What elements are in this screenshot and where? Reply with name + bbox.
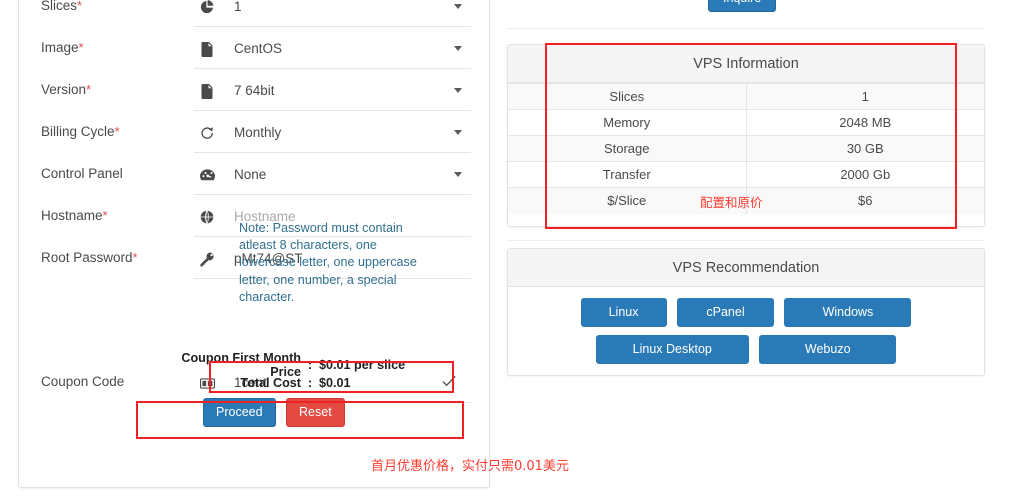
label-root-password: Root Password*	[41, 250, 138, 265]
reco-button-windows[interactable]: Windows	[784, 298, 912, 327]
label-slices: Slices*	[41, 0, 83, 13]
row-value: $6	[746, 187, 984, 214]
value-image: CentOS	[234, 41, 283, 56]
coupon-price-summary: Coupon First Month Price : $0.01 per sli…	[155, 351, 483, 391]
label-billing-cycle: Billing Cycle*	[41, 124, 120, 139]
table-row: Storage 30 GB	[508, 135, 984, 162]
required-asterisk: *	[114, 124, 120, 139]
field-slices[interactable]: 1	[194, 0, 471, 27]
table-row: Memory 2048 MB	[508, 109, 984, 136]
required-asterisk: *	[78, 40, 84, 55]
row-value: 30 GB	[746, 135, 984, 162]
field-version[interactable]: 7 64bit	[194, 71, 471, 111]
pie-chart-icon	[198, 0, 216, 16]
table-row: Slices 1	[508, 83, 984, 110]
label-control-panel: Control Panel	[41, 166, 123, 181]
total-cost-label: Total Cost	[240, 376, 301, 390]
required-asterisk: *	[77, 0, 83, 13]
vps-recommendation-buttons: Linux cPanel Windows Linux Desktop Webuz…	[508, 287, 984, 372]
field-billing-cycle[interactable]: Monthly	[194, 113, 471, 153]
form-row-version: Version* 7 64bit	[19, 71, 491, 113]
vps-recommendation-title: VPS Recommendation	[508, 249, 984, 287]
field-image[interactable]: CentOS	[194, 29, 471, 69]
password-note: Note: Password must contain atleast 8 ch…	[239, 221, 417, 304]
row-value: 2048 MB	[746, 109, 984, 136]
divider-top	[507, 28, 985, 29]
form-row-slices: Slices* 1	[19, 0, 491, 29]
required-asterisk: *	[132, 250, 138, 265]
dashboard-icon	[198, 166, 216, 184]
label-version: Version*	[41, 82, 92, 97]
row-value: 2000 Gb	[746, 161, 984, 188]
colon-separator: :	[307, 376, 313, 390]
coupon-first-month-price-label: Coupon First Month Price	[181, 351, 301, 379]
page-root: Slices* 1 Image* CentOS Version* 7 64bit…	[0, 0, 1012, 500]
table-row: Transfer 2000 Gb	[508, 161, 984, 188]
reco-button-linux[interactable]: Linux	[580, 298, 667, 327]
form-row-billing-cycle: Billing Cycle* Monthly	[19, 113, 491, 155]
value-slices: 1	[234, 0, 242, 14]
value-version: 7 64bit	[234, 83, 275, 98]
chevron-down-icon[interactable]	[454, 130, 462, 135]
value-billing-cycle: Monthly	[234, 125, 282, 140]
vps-recommendation-panel: VPS Recommendation Linux cPanel Windows …	[507, 248, 985, 376]
annotation-table-note: 配置和原价	[700, 195, 763, 210]
total-cost-line: Total Cost : $0.01	[155, 375, 483, 391]
chevron-down-icon[interactable]	[454, 4, 462, 9]
required-asterisk: *	[102, 208, 108, 223]
coupon-first-month-price-value: $0.01 per slice	[319, 358, 406, 372]
vps-information-title: VPS Information	[508, 45, 984, 83]
required-asterisk: *	[86, 82, 92, 97]
reco-button-linux-desktop[interactable]: Linux Desktop	[595, 335, 749, 364]
chevron-down-icon[interactable]	[454, 172, 462, 177]
order-form-panel: Slices* 1 Image* CentOS Version* 7 64bit…	[18, 0, 490, 488]
divider-middle	[507, 240, 985, 241]
total-cost-value: $0.01	[319, 376, 351, 390]
colon-separator: :	[307, 358, 313, 372]
row-key: Transfer	[508, 161, 747, 188]
label-image: Image*	[41, 40, 84, 55]
refresh-icon	[198, 124, 216, 142]
reco-button-cpanel[interactable]: cPanel	[677, 298, 774, 327]
chevron-down-icon[interactable]	[454, 46, 462, 51]
coupon-first-month-price-line: Coupon First Month Price : $0.01 per sli…	[155, 351, 483, 379]
row-key: Slices	[508, 83, 747, 110]
globe-icon	[198, 208, 216, 226]
row-key: Storage	[508, 135, 747, 162]
row-key: Memory	[508, 109, 747, 136]
form-row-image: Image* CentOS	[19, 29, 491, 71]
inquire-button[interactable]: Inquire	[708, 0, 777, 12]
value-control-panel: None	[234, 167, 267, 182]
form-actions: Proceed Reset	[203, 398, 345, 427]
annotation-bottom-note: 首月优惠价格，实付只需0.01美元	[371, 459, 569, 474]
row-value: 1	[746, 83, 984, 110]
field-control-panel[interactable]: None	[194, 155, 471, 195]
file-icon	[198, 40, 216, 58]
file-icon	[198, 82, 216, 100]
form-row-control-panel: Control Panel None	[19, 155, 491, 197]
chevron-down-icon[interactable]	[454, 88, 462, 93]
proceed-button[interactable]: Proceed	[203, 398, 276, 427]
reco-button-webuzo[interactable]: Webuzo	[759, 335, 897, 364]
label-hostname: Hostname*	[41, 208, 108, 223]
reset-button[interactable]: Reset	[286, 398, 345, 427]
key-icon	[198, 250, 216, 268]
